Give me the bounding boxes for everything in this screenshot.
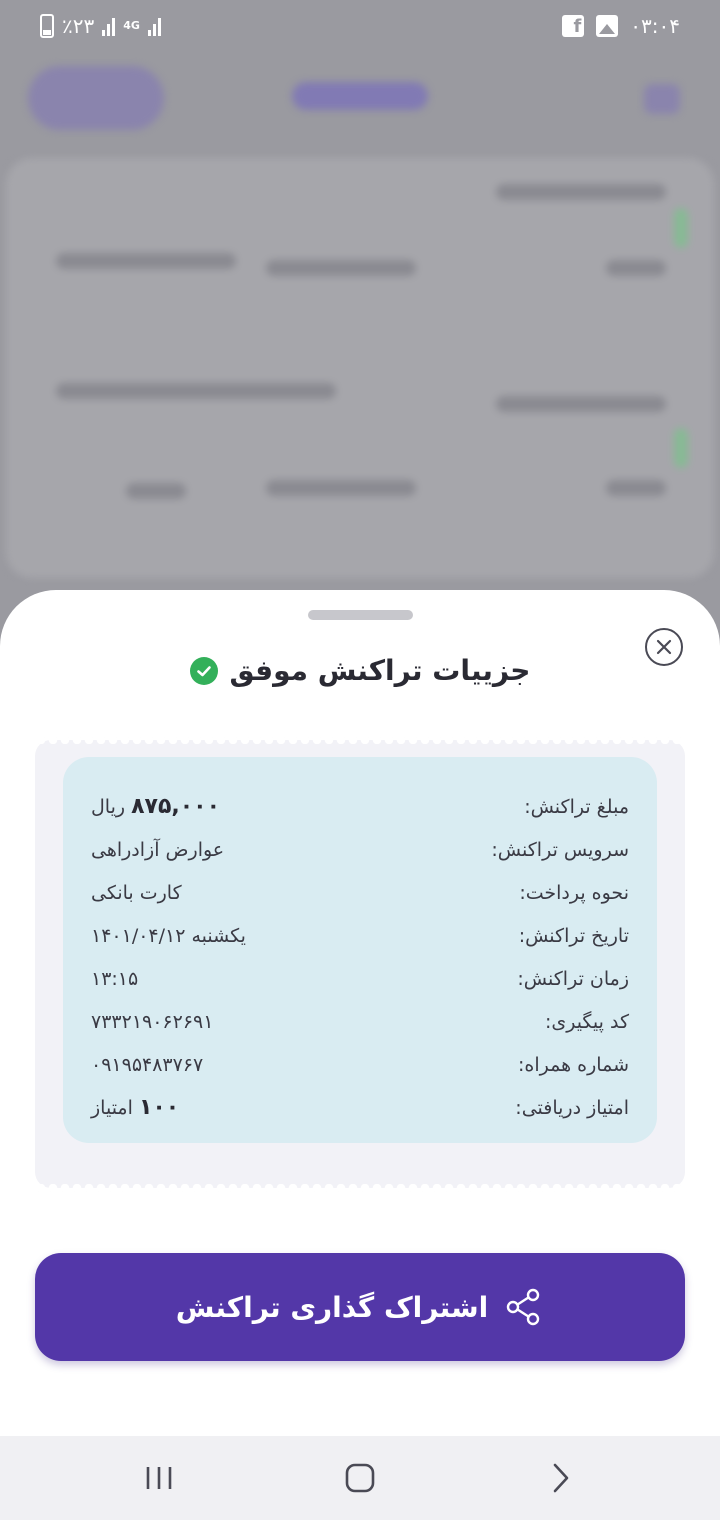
drag-handle[interactable] xyxy=(308,610,413,620)
points-number: ۱۰۰ xyxy=(138,1095,180,1120)
date-value: یکشنبه ۱۴۰۱/۰۴/۱۲ xyxy=(91,924,246,947)
share-transaction-button[interactable]: اشتراک گذاری تراکنش xyxy=(35,1253,685,1361)
share-label: اشتراک گذاری تراکنش xyxy=(175,1290,489,1324)
amount-value: ۸۷۵,۰۰۰ ریال xyxy=(91,794,220,819)
transactions-list xyxy=(6,158,714,578)
transaction-info-box: مبلغ تراکنش: ۸۷۵,۰۰۰ ریال سرویس تراکنش: … xyxy=(63,757,657,1143)
network-type: 4G xyxy=(123,19,140,32)
time-value: ۱۳:۱۵ xyxy=(91,967,139,990)
back-button[interactable] xyxy=(541,1458,581,1498)
background-app xyxy=(0,0,720,640)
row-time: زمان تراکنش: ۱۳:۱۵ xyxy=(91,957,629,1000)
success-check-icon xyxy=(189,656,218,685)
recents-icon xyxy=(146,1467,172,1489)
tracking-code-label: کد پیگیری: xyxy=(544,1010,629,1033)
receipt: مبلغ تراکنش: ۸۷۵,۰۰۰ ریال سرویس تراکنش: … xyxy=(35,736,685,1192)
share-icon xyxy=(507,1288,540,1326)
transaction-details-sheet: جزییات تراکنش موفق مبلغ تراکنش: ۸۷۵,۰۰۰ … xyxy=(0,590,720,1436)
service-value: عوارض آزادراهی xyxy=(91,838,225,861)
row-phone: شماره همراه: ۰۹۱۹۵۴۸۳۷۶۷ xyxy=(91,1043,629,1086)
phone-label: شماره همراه: xyxy=(518,1053,629,1076)
menu-icon xyxy=(644,84,680,114)
clock: ۰۳:۰۴ xyxy=(630,14,680,38)
payment-method-value: کارت بانکی xyxy=(91,881,182,904)
payment-method-label: نحوه پرداخت: xyxy=(519,881,629,904)
points-unit: امتیاز xyxy=(91,1097,133,1119)
row-tracking-code: کد پیگیری: ۷۳۳۲۱۹۰۶۲۶۹۱ xyxy=(91,1000,629,1043)
row-date: تاریخ تراکنش: یکشنبه ۱۴۰۱/۰۴/۱۲ xyxy=(91,914,629,957)
home-button[interactable] xyxy=(340,1458,380,1498)
app-logo xyxy=(28,66,164,130)
amount-number: ۸۷۵,۰۰۰ xyxy=(131,794,221,819)
signal-icon-2 xyxy=(147,16,161,36)
phone-value: ۰۹۱۹۵۴۸۳۷۶۷ xyxy=(91,1053,204,1076)
app-title xyxy=(292,82,428,110)
gallery-icon xyxy=(596,15,619,37)
date-label: تاریخ تراکنش: xyxy=(518,924,629,947)
row-points: امتیاز دریافتی: ۱۰۰ امتیاز xyxy=(91,1086,629,1129)
row-service: سرویس تراکنش: عوارض آزادراهی xyxy=(91,828,629,871)
amount-label: مبلغ تراکنش: xyxy=(524,795,629,818)
amount-unit: ریال xyxy=(91,796,126,818)
tracking-code-value: ۷۳۳۲۱۹۰۶۲۶۹۱ xyxy=(91,1010,214,1033)
sheet-title: جزییات تراکنش موفق xyxy=(229,654,531,687)
row-payment-method: نحوه پرداخت: کارت بانکی xyxy=(91,871,629,914)
service-label: سرویس تراکنش: xyxy=(491,838,629,861)
battery-level: ٪۲۳ xyxy=(62,14,95,38)
signal-icon xyxy=(102,16,116,36)
points-value: ۱۰۰ امتیاز xyxy=(91,1095,179,1120)
status-bar: ٪۲۳ 4G f ۰۳:۰۴ xyxy=(0,0,720,54)
points-label: امتیاز دریافتی: xyxy=(515,1096,629,1119)
recents-button[interactable] xyxy=(139,1458,179,1498)
facebook-icon: f xyxy=(562,15,585,37)
time-label: زمان تراکنش: xyxy=(517,967,629,990)
row-amount: مبلغ تراکنش: ۸۷۵,۰۰۰ ریال xyxy=(91,785,629,828)
back-chevron-icon xyxy=(553,1463,569,1493)
home-icon xyxy=(345,1463,375,1493)
sheet-header: جزییات تراکنش موفق xyxy=(0,654,720,687)
battery-icon xyxy=(40,14,54,38)
navigation-bar xyxy=(0,1436,720,1520)
